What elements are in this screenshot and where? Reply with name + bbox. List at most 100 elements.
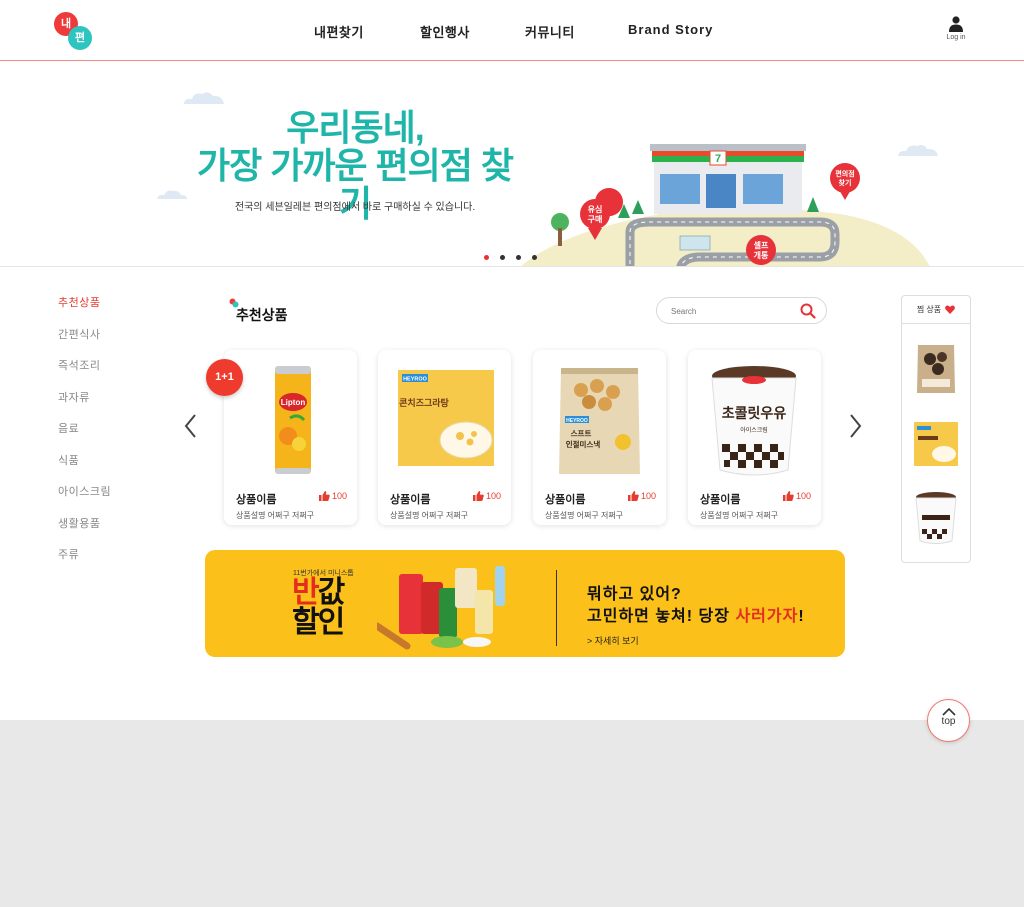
promo-big-text: 반값 할인 — [292, 576, 346, 639]
cloud-icon — [157, 190, 187, 199]
page-footer — [0, 720, 1024, 907]
product-card[interactable]: HEYROO 콘치즈그라탕 상품이름 100 상품설명 어쩌구 저쩌구 — [378, 350, 511, 525]
sidebar-item-ice-cream[interactable]: 아이스크림 — [58, 483, 111, 499]
top-label: top — [941, 716, 956, 727]
sidebar-item-snacks[interactable]: 과자류 — [58, 389, 90, 405]
product-description: 상품설명 어쩌구 저쩌구 — [236, 511, 315, 520]
product-likes[interactable]: 100 — [472, 491, 501, 501]
site-logo[interactable]: 내 편 — [54, 12, 94, 52]
store-logo-text: 7 — [715, 153, 721, 165]
banner-subtitle: 전국의 세븐일레븐 편의점에서 바로 구매하실 수 있습니다. — [234, 202, 476, 213]
thumbs-up-icon — [627, 491, 639, 501]
brand-label: HEYROO — [403, 377, 428, 383]
package-label: 콘치즈그라탕 — [399, 397, 449, 409]
nav-find-store[interactable]: 내편찾기 — [314, 22, 364, 41]
promo-big-line2: 할인 — [292, 606, 345, 639]
section-title: 추천상품 — [236, 307, 288, 323]
hero-banner[interactable]: 우리동네, 가장 가까운 편의점 찾기 전국의 세븐일레븐 편의점에서 바로 구… — [0, 62, 1024, 267]
sidebar-item-recommended[interactable]: 추천상품 — [58, 294, 100, 310]
likes-count: 100 — [485, 491, 501, 501]
carousel-dot[interactable] — [532, 255, 537, 260]
sidebar-item-alcohol[interactable]: 주류 — [58, 546, 79, 562]
thumbs-up-icon — [318, 491, 330, 501]
search-box[interactable] — [656, 297, 827, 324]
wishlist-item[interactable] — [912, 491, 960, 545]
svg-text:찾기: 찾기 — [839, 178, 852, 187]
svg-text:인절미스낵: 인절미스낵 — [566, 439, 601, 449]
brand-label: HEYROO — [566, 418, 588, 424]
convenience-store-illustration: 7 유심 구매 편의점 찾기 셀프 개통 — [521, 144, 930, 266]
product-image-ice-cream-cup: 초콜릿우유 아이스크림 — [711, 366, 797, 476]
likes-count: 100 — [331, 491, 347, 501]
product-name: 상품이름 — [700, 494, 741, 506]
promo-headline-2-highlight: 사러가자 — [735, 608, 799, 625]
product-image-snack-bag: HEYROO 스프트 인절미스낵 — [559, 368, 640, 474]
nav-brand-story[interactable]: Brand Story — [628, 22, 713, 37]
scroll-to-top-button[interactable]: top — [927, 699, 970, 742]
svg-text:편의점: 편의점 — [835, 169, 854, 178]
wishlist-header: 찜 상품 — [902, 296, 970, 324]
product-likes[interactable]: 100 — [782, 491, 811, 501]
promo-divider — [556, 570, 557, 646]
wishlist-item[interactable] — [912, 341, 960, 395]
promo-big-rest: 값 — [317, 576, 346, 609]
carousel-dot[interactable] — [500, 255, 505, 260]
carousel-dot[interactable] — [516, 255, 521, 260]
wishlist-panel: 찜 상품 — [901, 295, 971, 563]
svg-text:구매: 구매 — [588, 214, 603, 224]
promo-more-link[interactable]: > 자세히 보기 — [587, 634, 639, 647]
chevron-left-icon[interactable] — [183, 412, 199, 440]
one-plus-one-badge: 1+1 — [206, 359, 243, 396]
product-likes[interactable]: 100 — [627, 491, 656, 501]
product-image-lipton-can: Lipton — [275, 366, 311, 474]
svg-text:셀프: 셀프 — [754, 240, 769, 250]
half-price-promo-banner[interactable]: 11번가에서 미니스톱 반값 할인 뭐하고 있어? 고민하면 놓쳐! 당장 사러… — [205, 550, 845, 657]
package-label: 초콜릿우유 — [722, 405, 787, 422]
wishlist-item[interactable] — [912, 416, 960, 470]
login-button[interactable]: Log in — [940, 16, 972, 41]
product-image-gratin-box: HEYROO 콘치즈그라탕 — [398, 370, 494, 466]
product-name: 상품이름 — [236, 494, 277, 506]
user-icon — [949, 16, 963, 32]
package-sublabel: 아이스크림 — [740, 426, 768, 434]
likes-count: 100 — [795, 491, 811, 501]
likes-count: 100 — [640, 491, 656, 501]
banner-title-line1: 우리동네, — [286, 107, 424, 148]
product-card[interactable]: 초콜릿우유 아이스크림 상품이름 100 상품설명 어쩌구 저쩌구 — [688, 350, 821, 525]
sidebar-item-household[interactable]: 생활용품 — [58, 515, 100, 531]
promo-headline-1: 뭐하고 있어? — [587, 586, 682, 603]
product-card[interactable]: HEYROO 스프트 인절미스낵 상품이름 100 상품설명 어쩌구 저쩌구 — [533, 350, 666, 525]
login-label: Log in — [946, 34, 966, 41]
wishlist-title: 찜 상품 — [916, 305, 942, 314]
nav-community[interactable]: 커뮤니티 — [525, 22, 575, 41]
svg-text:개통: 개통 — [754, 250, 769, 260]
product-description: 상품설명 어쩌구 저쩌구 — [700, 511, 779, 520]
promo-headline-2: 고민하면 놓쳐! 당장 사러가자! — [587, 602, 805, 626]
product-description: 상품설명 어쩌구 저쩌구 — [545, 511, 624, 520]
logo-circle-teal: 편 — [68, 26, 92, 50]
chevron-right-icon[interactable] — [847, 412, 863, 440]
snack-products-image — [377, 566, 505, 650]
carousel-dot[interactable] — [484, 255, 489, 260]
search-icon[interactable] — [800, 303, 816, 319]
product-card[interactable]: Lipton 상품이름 100 상품설명 어쩌구 저쩌구 — [224, 350, 357, 525]
map-pin-self-activation: 셀프 개통 — [746, 235, 776, 265]
promo-headline-2-post: ! — [798, 608, 805, 625]
svg-text:스프트: 스프트 — [571, 429, 592, 438]
svg-text:유심: 유심 — [588, 204, 603, 214]
product-description: 상품설명 어쩌구 저쩌구 — [390, 511, 469, 520]
sidebar-item-food[interactable]: 식품 — [58, 452, 79, 468]
promo-headline-2-pre: 고민하면 놓쳐! 당장 — [587, 608, 736, 625]
search-input[interactable] — [671, 304, 791, 318]
product-name: 상품이름 — [545, 494, 586, 506]
svg-text:Lipton: Lipton — [281, 398, 306, 407]
product-likes[interactable]: 100 — [318, 491, 347, 501]
map-pin-find-store: 편의점 찾기 — [830, 163, 860, 200]
sidebar-item-drinks[interactable]: 음료 — [58, 420, 79, 436]
cloud-icon — [184, 92, 224, 104]
sidebar-item-instant-cooking[interactable]: 즉석조리 — [58, 357, 100, 373]
heart-icon[interactable] — [945, 305, 956, 314]
nav-discount-events[interactable]: 할인행사 — [420, 22, 470, 41]
sidebar-item-simple-meal[interactable]: 간편식사 — [58, 326, 100, 342]
promo-big-red: 반 — [292, 576, 320, 609]
